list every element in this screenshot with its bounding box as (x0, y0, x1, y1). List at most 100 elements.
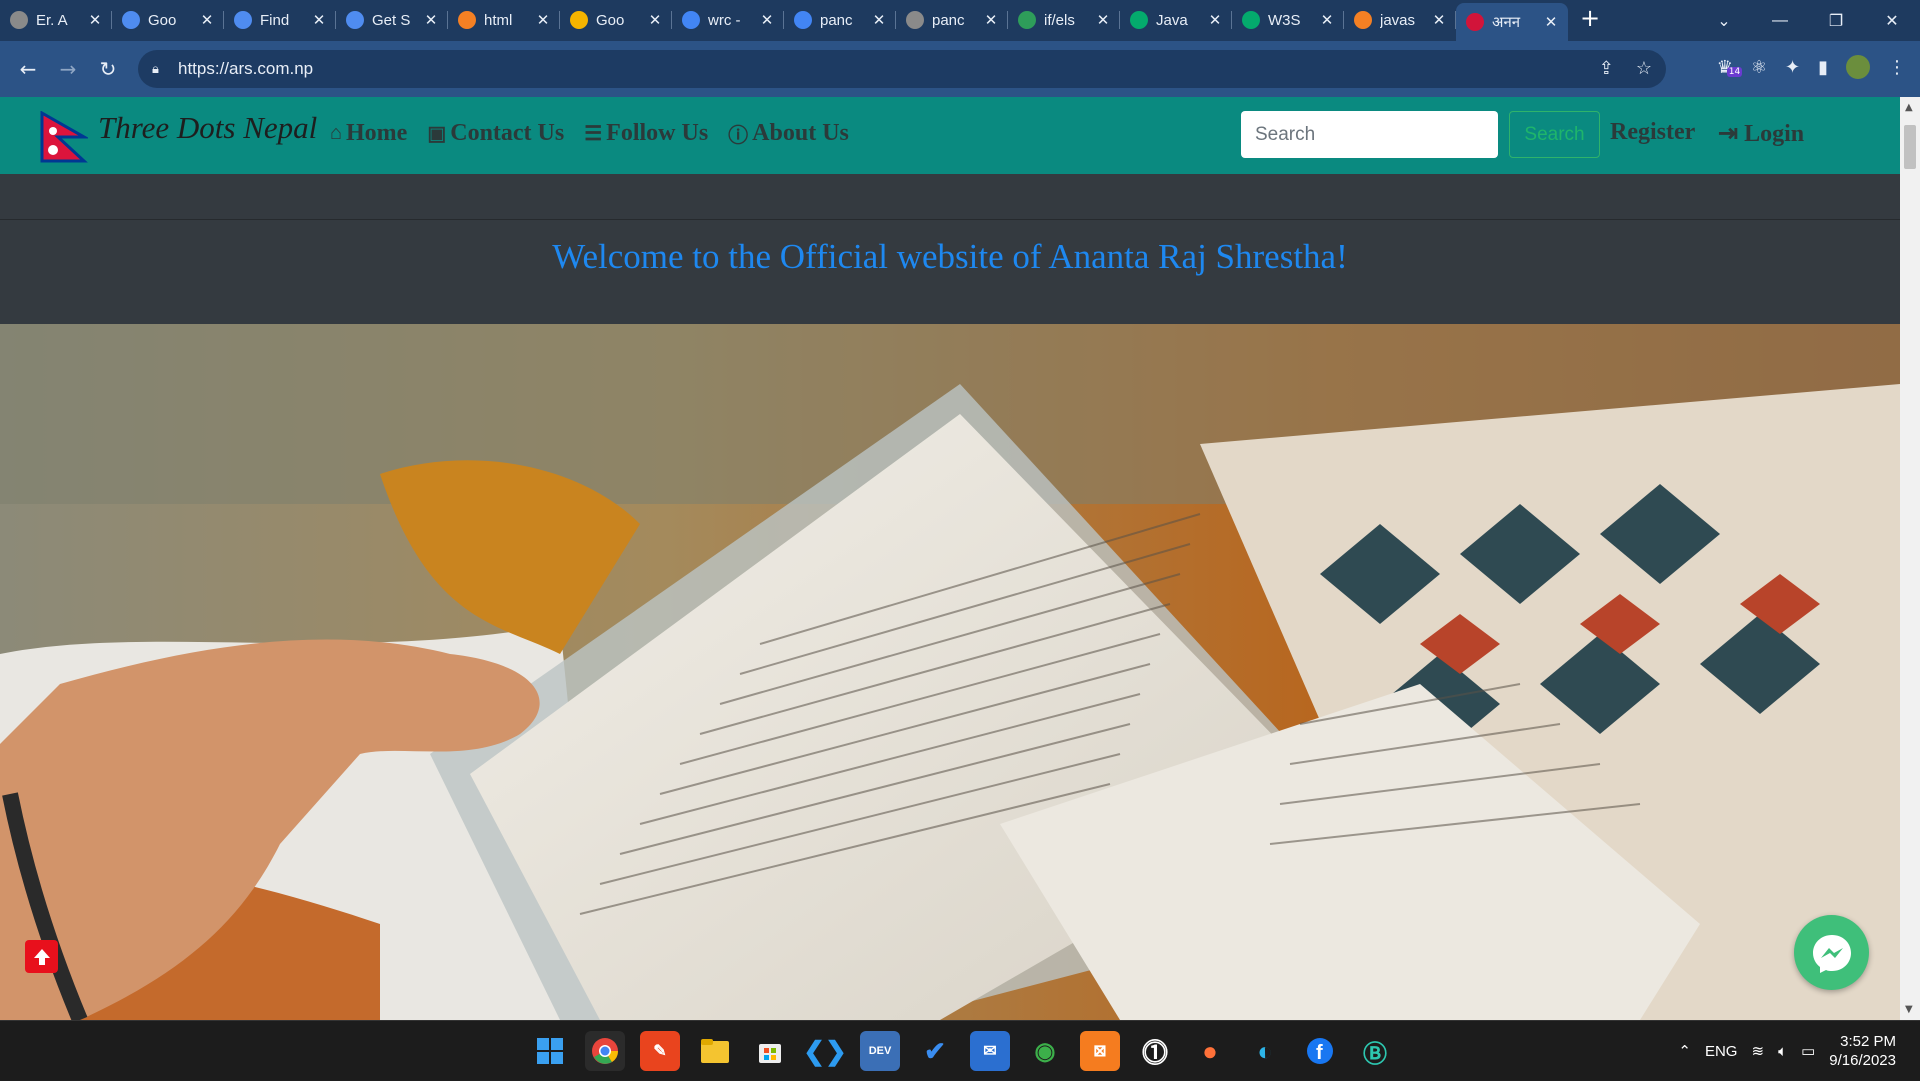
clock-date: 9/16/2023 (1829, 1052, 1896, 1069)
tab-close-icon[interactable]: ✕ (982, 11, 1000, 29)
restore-button[interactable]: ❐ (1808, 11, 1864, 31)
extensions-puzzle-icon[interactable]: ✦ (1785, 57, 1800, 78)
nepal-flag-logo[interactable] (38, 111, 88, 163)
language-indicator[interactable]: ENG (1705, 1043, 1738, 1060)
tab-title: panc (820, 11, 853, 29)
browser-tab[interactable]: Goo ✕ (560, 3, 672, 37)
menu-kebab-icon[interactable]: ⋮ (1888, 57, 1906, 78)
browser-tab[interactable]: अनन ✕ (1456, 3, 1568, 41)
tab-title: Goo (148, 11, 177, 29)
register-link[interactable]: Register (1610, 119, 1695, 146)
minimize-button[interactable]: — (1752, 12, 1808, 30)
extension-badge-icon[interactable]: ♛ 14 (1717, 57, 1743, 78)
browser-tab[interactable]: panc ✕ (784, 3, 896, 37)
nav-follow-us[interactable]: ☰ Follow Us (584, 119, 708, 148)
chrome-icon[interactable] (585, 1031, 625, 1071)
brand-name[interactable]: Three Dots Nepal (98, 110, 317, 146)
scroll-down-icon[interactable]: ▼ (1905, 1004, 1913, 1015)
file-explorer-icon[interactable] (695, 1031, 735, 1071)
firefox-icon[interactable]: ● (1190, 1031, 1230, 1071)
clock[interactable]: 3:52 PM 9/16/2023 (1829, 1032, 1896, 1070)
new-tab-button[interactable]: + (1580, 4, 1600, 32)
tab-title: Find (260, 11, 290, 29)
messenger-chat-button[interactable] (1794, 915, 1869, 990)
browser-tab[interactable]: W3S ✕ (1232, 3, 1344, 37)
profile-avatar[interactable] (1846, 55, 1870, 79)
devcpp-icon[interactable]: DEV (860, 1031, 900, 1071)
nav-about-us[interactable]: ⓘ About Us (728, 119, 849, 148)
acrobat-icon[interactable]: ✎ (640, 1031, 680, 1071)
tab-favicon-icon (1354, 11, 1372, 29)
login-link[interactable]: ⇥ Login (1718, 119, 1804, 148)
battery-icon[interactable]: ▭ (1801, 1042, 1815, 1060)
tab-favicon-icon (1018, 11, 1036, 29)
back-arrow-icon[interactable]: ← (8, 57, 48, 81)
wifi-icon[interactable]: ≋ (1751, 1042, 1764, 1060)
extensions-area: ♛ 14 ⚛ ✦ ▮ ⋮ (1717, 55, 1906, 79)
scrollbar-thumb[interactable] (1904, 125, 1916, 169)
browser-tab[interactable]: panc ✕ (896, 3, 1008, 37)
forward-arrow-icon[interactable]: → (48, 57, 88, 81)
search-button[interactable]: Search (1509, 111, 1600, 158)
tab-close-icon[interactable]: ✕ (646, 11, 664, 29)
onepassword-icon[interactable]: ⓵ (1135, 1031, 1175, 1071)
tab-close-icon[interactable]: ✕ (1430, 11, 1448, 29)
page-scrollbar[interactable]: ▲ ▼ (1900, 97, 1920, 1020)
bookmark-star-icon[interactable]: ☆ (1636, 58, 1652, 79)
microsoft-store-icon[interactable] (750, 1031, 790, 1071)
hero-image-book (0, 324, 1900, 1020)
address-bar[interactable]: 🔒︎ https://ars.com.np ⇪ ☆ (138, 50, 1666, 88)
tab-close-icon[interactable]: ✕ (1318, 11, 1336, 29)
browser-tab[interactable]: if/els ✕ (1008, 3, 1120, 37)
tab-close-icon[interactable]: ✕ (198, 11, 216, 29)
facebook-icon[interactable]: f (1300, 1031, 1340, 1071)
extension-badge-count: 14 (1726, 66, 1743, 77)
vscode-icon[interactable]: ❮❯ (803, 1031, 847, 1071)
close-window-button[interactable]: ✕ (1864, 11, 1920, 31)
browser-tab[interactable]: javas ✕ (1344, 3, 1456, 37)
tab-favicon-icon (906, 11, 924, 29)
back-to-top-button[interactable] (25, 940, 58, 973)
tab-close-icon[interactable]: ✕ (1542, 13, 1560, 31)
reload-icon[interactable]: ↻ (88, 57, 128, 81)
tab-close-icon[interactable]: ✕ (86, 11, 104, 29)
nav-contact-us[interactable]: ▣ Contact Us (427, 119, 564, 148)
tab-close-icon[interactable]: ✕ (1094, 11, 1112, 29)
contact-card-icon: ▣ (427, 123, 447, 145)
volume-icon[interactable]: 🔈︎ (1778, 1043, 1787, 1060)
nav-home[interactable]: ⌂ Home (330, 119, 407, 148)
tab-close-icon[interactable]: ✕ (1206, 11, 1224, 29)
nav-contact-label: Contact Us (450, 120, 565, 146)
browser-tab[interactable]: html ✕ (448, 3, 560, 37)
list-icon: ☰ (584, 123, 603, 145)
mail-icon[interactable]: ✉ (970, 1031, 1010, 1071)
browser-tab[interactable]: Er. A ✕ (0, 3, 112, 37)
divider (0, 219, 1900, 220)
edge-beta-icon[interactable]: ◉ (1025, 1031, 1065, 1071)
tab-close-icon[interactable]: ✕ (534, 11, 552, 29)
browser-tab[interactable]: Find ✕ (224, 3, 336, 37)
browser-tab[interactable]: Goo ✕ (112, 3, 224, 37)
share-icon[interactable]: ⇪ (1599, 58, 1614, 79)
xampp-icon[interactable]: ⊠ (1080, 1031, 1120, 1071)
app-circle-icon[interactable]: Ⓑ (1355, 1031, 1395, 1071)
tab-close-icon[interactable]: ✕ (422, 11, 440, 29)
browser-tab[interactable]: Get S ✕ (336, 3, 448, 37)
tab-close-icon[interactable]: ✕ (758, 11, 776, 29)
arrow-up-icon (33, 948, 50, 965)
browser-tab[interactable]: wrc - ✕ (672, 3, 784, 37)
chevron-up-icon[interactable]: ⌃ (1678, 1042, 1691, 1060)
browser-tab[interactable]: Java ✕ (1120, 3, 1232, 37)
react-devtools-icon[interactable]: ⚛ (1751, 57, 1767, 78)
main-menu: ⌂ Home ▣ Contact Us ☰ Follow Us ⓘ About Us (330, 119, 849, 148)
search-input[interactable] (1241, 111, 1498, 158)
edge-icon[interactable]: ◐ (1245, 1031, 1285, 1071)
scroll-up-icon[interactable]: ▲ (1905, 102, 1913, 113)
todo-check-icon[interactable]: ✔ (915, 1031, 955, 1071)
lock-icon[interactable]: 🔒︎ (152, 61, 166, 77)
tab-close-icon[interactable]: ✕ (870, 11, 888, 29)
tab-close-icon[interactable]: ✕ (310, 11, 328, 29)
side-panel-icon[interactable]: ▮ (1818, 57, 1828, 78)
windows-start-icon[interactable] (530, 1031, 570, 1071)
tab-search-icon[interactable]: ⌄ (1696, 11, 1752, 31)
